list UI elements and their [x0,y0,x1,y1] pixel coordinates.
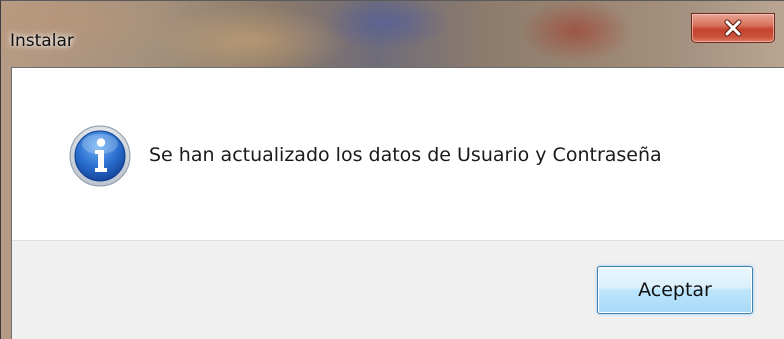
close-button[interactable] [691,13,775,43]
dialog-window: Instalar Se han actualizado los datos de… [0,0,784,339]
dialog-client-area: Se han actualizado los datos de Usuario … [11,67,784,339]
title-bar[interactable]: Instalar [2,1,784,67]
button-bar: Aceptar [12,240,784,339]
message-text: Se han actualizado los datos de Usuario … [149,144,662,166]
window-title: Instalar [10,31,74,51]
message-area: Se han actualizado los datos de Usuario … [12,68,784,240]
info-icon [68,124,132,188]
close-icon [692,14,774,42]
accept-button[interactable]: Aceptar [597,266,753,314]
